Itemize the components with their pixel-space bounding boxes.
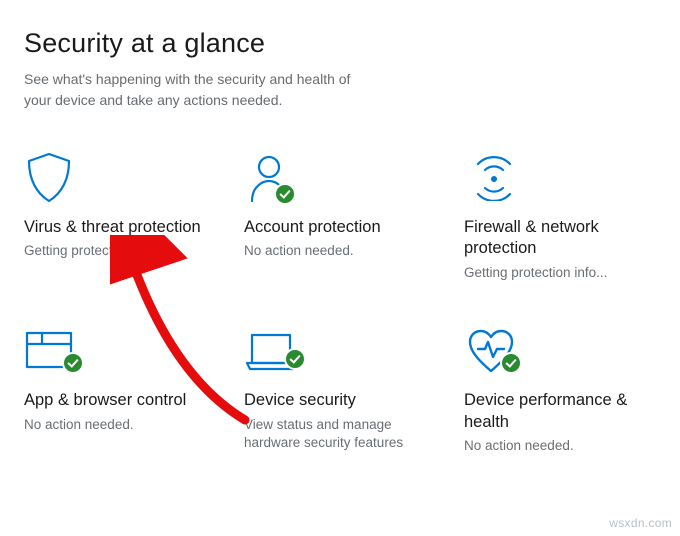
device-icon [244,322,436,380]
card-device-security[interactable]: Device security View status and manage h… [244,322,444,455]
card-title: Account protection [244,217,436,238]
security-page: Security at a glance See what's happenin… [0,0,680,455]
health-icon [464,322,656,380]
card-virus-threat[interactable]: Virus & threat protection Getting protec… [24,149,224,282]
card-app-browser[interactable]: App & browser control No action needed. [24,322,224,455]
card-sub: Getting protection info... [464,264,656,282]
card-title: Device performance & health [464,390,656,433]
status-ok-badge [62,352,84,374]
firewall-icon [464,149,656,207]
card-title: Virus & threat protection [24,217,216,238]
card-sub: No action needed. [244,242,436,260]
watermark: wsxdn.com [609,516,672,530]
card-title: App & browser control [24,390,216,411]
card-sub: Getting protection info... [24,242,216,260]
card-firewall[interactable]: Firewall & network protection Getting pr… [464,149,664,282]
status-ok-badge [284,348,306,370]
card-sub: No action needed. [24,416,216,434]
card-device-health[interactable]: Device performance & health No action ne… [464,322,664,455]
page-subtitle: See what's happening with the security a… [24,69,374,111]
page-title: Security at a glance [24,28,680,59]
app-browser-icon [24,322,216,380]
status-ok-badge [274,183,296,205]
account-icon [244,149,436,207]
card-title: Firewall & network protection [464,217,656,260]
card-sub: View status and manage hardware security… [244,416,436,452]
card-account[interactable]: Account protection No action needed. [244,149,444,282]
tile-grid: Virus & threat protection Getting protec… [24,149,680,455]
shield-icon [24,149,216,207]
status-ok-badge [500,352,522,374]
card-title: Device security [244,390,436,411]
card-sub: No action needed. [464,437,656,455]
